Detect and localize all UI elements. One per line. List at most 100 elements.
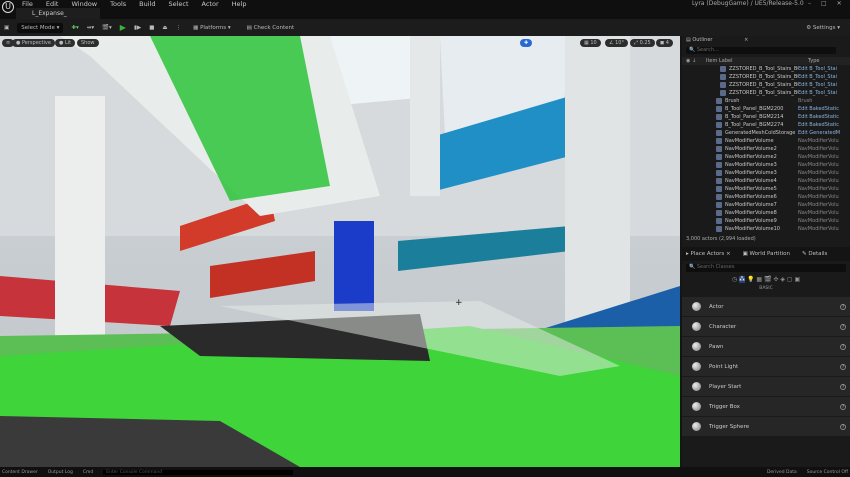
menu-window[interactable]: Window [71,0,97,8]
more-icon[interactable]: ⋮ [176,25,182,31]
translate-tool-icon[interactable]: ✚ [520,39,533,47]
visibility-icon[interactable]: ◉ ↓ [682,57,706,65]
step-icon[interactable]: ▮▶ [134,25,141,31]
actor-item[interactable]: Character? [682,317,850,336]
actor-item[interactable]: Pawn? [682,337,850,356]
outliner-row[interactable]: NavModifierVolume3 NavModifierVolu [682,169,850,177]
outliner-row[interactable]: Brush Brush [682,97,850,105]
outliner-row[interactable]: B_Tool_Panel_BGM2274 Edit BakedStatic [682,121,850,129]
column-item-label[interactable]: Item Label [706,57,808,65]
row-type[interactable]: Edit B_Tool_Stai [798,65,848,73]
console-input[interactable]: Enter Console Command [103,469,294,475]
volumes-icon[interactable]: ▢ [787,276,793,283]
lights-icon[interactable]: 💡 [747,276,754,283]
scale-snap-button[interactable]: ⤢ 0.25 [630,39,655,47]
row-type[interactable]: Edit B_Tool_Stai [798,89,848,97]
output-log-button[interactable]: Output Log [48,470,73,475]
stop-icon[interactable]: ■ [149,25,154,31]
row-type[interactable]: Edit BakedStatic [798,105,848,113]
visual-effects-icon[interactable]: ✣ [773,276,778,283]
shapes-icon[interactable]: ▦ [756,276,762,283]
eject-icon[interactable]: ⏏ [162,25,167,31]
outliner-row[interactable]: NavModifierVolume9 NavModifierVolu [682,217,850,225]
menu-file[interactable]: File [22,0,33,8]
outliner-row[interactable]: ZZSTORED_B_Tool_Stairs_BGM3Edit B_Tool_S… [682,65,850,73]
row-type[interactable]: Edit BakedStatic [798,121,848,129]
tab-place-actors[interactable]: ▸ Place Actors × [686,251,731,257]
help-icon[interactable]: ? [840,423,846,430]
show-button[interactable]: Show [77,39,99,47]
menu-build[interactable]: Build [139,0,155,8]
play-button[interactable]: ▶ [120,23,126,32]
menu-tools[interactable]: Tools [110,0,126,8]
tab-details[interactable]: ✎ Details [802,251,827,257]
help-icon[interactable]: ? [840,343,846,350]
menu-help[interactable]: Help [232,0,247,8]
menu-actor[interactable]: Actor [202,0,219,8]
outliner-row[interactable]: NavModifierVolume NavModifierVolu [682,137,850,145]
platforms-dropdown[interactable]: ▦ Platforms ▾ [189,23,235,33]
close-icon[interactable]: ✕ [837,0,842,7]
tab-world-partition[interactable]: ▣ World Partition [743,251,790,257]
outliner-search-input[interactable]: 🔍 Search... [686,47,836,54]
help-icon[interactable]: ? [840,323,846,330]
save-icon[interactable]: ▣ [4,25,9,31]
derived-data-button[interactable]: Derived Data [767,470,797,475]
actor-item[interactable]: Point Light? [682,357,850,376]
cinematic-icon[interactable]: 🎬 [764,276,771,283]
basic-icon[interactable]: ⁂ [739,276,746,283]
check-content-button[interactable]: ▤ Check Content [243,23,299,33]
close-tab-icon[interactable]: × [744,37,748,43]
help-icon[interactable]: ? [840,383,846,390]
actor-item[interactable]: Trigger Box? [682,397,850,416]
outliner-row[interactable]: GeneratedMeshColdStorage Edit GeneratedM [682,129,850,137]
outliner-row[interactable]: ZZSTORED_B_Tool_Stairs_BGM3Edit B_Tool_S… [682,89,850,97]
lit-button[interactable]: ● Lit [55,39,76,47]
outliner-row[interactable]: ZZSTORED_B_Tool_Stairs_BGM3Edit B_Tool_S… [682,81,850,89]
help-icon[interactable]: ? [840,303,846,310]
outliner-row[interactable]: NavModifierVolume2 NavModifierVolu [682,145,850,153]
geometry-icon[interactable]: ◈ [780,276,785,283]
column-type[interactable]: Type [808,57,819,65]
outliner-row[interactable]: NavModifierVolume10 NavModifierVolu [682,225,850,233]
row-type[interactable]: Edit B_Tool_Stai [798,81,848,89]
outliner-row[interactable]: NavModifierVolume8 NavModifierVolu [682,209,850,217]
outliner-row[interactable]: B_Tool_Panel_BGM2214 Edit BakedStatic [682,113,850,121]
level-viewport[interactable]: ≡ ● Perspective ● Lit Show ✚ ▦ 10 ∠ 10° … [0,36,680,467]
cmd-dropdown[interactable]: Cmd [83,470,93,475]
row-type[interactable]: Edit BakedStatic [798,113,848,121]
class-search-input[interactable]: 🔍 Search Classes [686,264,846,272]
rotation-snap-button[interactable]: ∠ 10° [605,39,628,47]
row-type[interactable]: Edit B_Tool_Stai [798,73,848,81]
outliner-row[interactable]: NavModifierVolume7 NavModifierVolu [682,201,850,209]
minimize-icon[interactable]: – [808,0,811,7]
all-classes-icon[interactable]: ▣ [794,276,800,283]
row-type[interactable]: Edit GeneratedM [798,129,848,137]
content-drawer-button[interactable]: Content Drawer [2,470,38,475]
help-icon[interactable]: ? [840,403,846,410]
outliner-row[interactable]: NavModifierVolume5 NavModifierVolu [682,185,850,193]
outliner-row[interactable]: NavModifierVolume2 NavModifierVolu [682,153,850,161]
actor-item[interactable]: Trigger Sphere? [682,417,850,436]
menu-select[interactable]: Select [168,0,188,8]
level-tab[interactable]: L_Expanse_ [16,8,100,19]
menu-edit[interactable]: Edit [46,0,59,8]
source-control-button[interactable]: Source Control Off [807,470,848,475]
outliner-row[interactable]: NavModifierVolume6 NavModifierVolu [682,193,850,201]
recent-icon[interactable]: ◷ [732,276,737,283]
cinematics-icon[interactable]: 🎬▾ [102,25,112,31]
perspective-button[interactable]: ● Perspective [12,39,55,47]
actor-item[interactable]: Player Start? [682,377,850,396]
outliner-row[interactable]: B_Tool_Panel_BGM2200 Edit BakedStatic [682,105,850,113]
camera-speed-button[interactable]: ◼ 4 [656,39,673,47]
blueprint-icon[interactable]: ⇹▾ [87,25,94,31]
outliner-tab[interactable]: ▤ Outliner × [682,36,850,45]
outliner-row[interactable]: ZZSTORED_B_Tool_Stairs_BGM3Edit B_Tool_S… [682,73,850,81]
actor-item[interactable]: Actor? [682,297,850,316]
outliner-row[interactable]: NavModifierVolume4 NavModifierVolu [682,177,850,185]
add-actor-icon[interactable]: ✚▾ [71,25,78,31]
help-icon[interactable]: ? [840,363,846,370]
outliner-row[interactable]: NavModifierVolume3 NavModifierVolu [682,161,850,169]
select-mode-dropdown[interactable]: Select Mode ▾ [17,22,64,33]
maximize-icon[interactable]: □ [821,0,827,7]
